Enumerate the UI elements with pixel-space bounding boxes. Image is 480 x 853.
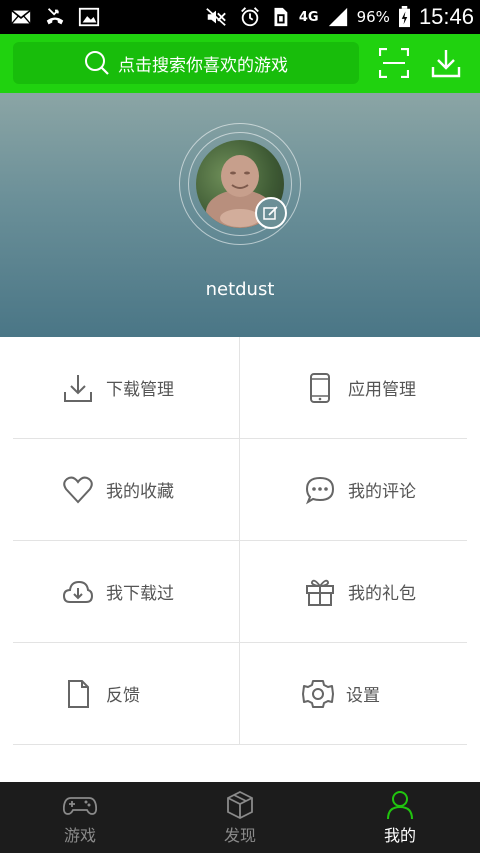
- menu-feedback[interactable]: 反馈: [0, 643, 239, 744]
- menu-grid: 下载管理 应用管理 我的收藏 我的评论 我下载过 我的礼包 反馈 设置: [0, 337, 480, 745]
- menu-gift-packs[interactable]: 我的礼包: [240, 541, 480, 642]
- menu-label: 我的评论: [348, 482, 416, 502]
- top-bar: 点击搜索你喜欢的游戏: [0, 34, 480, 93]
- nav-label: 游戏: [63, 825, 96, 845]
- alarm-icon: [240, 7, 259, 27]
- scan-icon[interactable]: [379, 48, 409, 78]
- sim-icon: [274, 7, 288, 27]
- heart-icon: [63, 476, 93, 503]
- edit-icon: [263, 206, 278, 220]
- mute-icon: [206, 8, 226, 26]
- menu-label: 我的礼包: [348, 584, 416, 604]
- status-bar: 4G 96% 15:46: [0, 0, 480, 34]
- menu-label: 我的收藏: [106, 482, 174, 502]
- network-4g-label: 4G: [298, 9, 319, 25]
- menu-label: 反馈: [106, 686, 140, 706]
- menu-app-manager[interactable]: 应用管理: [240, 337, 480, 438]
- edit-avatar-button[interactable]: [255, 197, 287, 229]
- search-placeholder: 点击搜索你喜欢的游戏: [118, 55, 288, 76]
- gear-icon: [302, 679, 334, 708]
- gift-icon: [306, 579, 334, 606]
- comment-icon: [305, 476, 335, 504]
- phone-icon: [310, 372, 330, 403]
- search-icon: [85, 51, 109, 75]
- download-icon[interactable]: [431, 48, 461, 78]
- clock-time: 15:46: [418, 4, 474, 29]
- image-icon: [78, 7, 100, 27]
- gamepad-icon: [63, 796, 97, 815]
- document-icon: [68, 679, 89, 708]
- grid-divider: [13, 744, 467, 745]
- menu-label: 设置: [346, 686, 380, 706]
- menu-label: 我下载过: [106, 584, 174, 604]
- menu-downloaded[interactable]: 我下载过: [0, 541, 239, 642]
- menu-comments[interactable]: 我的评论: [240, 439, 480, 540]
- menu-label: 下载管理: [106, 380, 174, 400]
- nav-label: 发现: [223, 825, 256, 845]
- menu-download-manager[interactable]: 下载管理: [0, 337, 239, 438]
- menu-label: 应用管理: [348, 380, 416, 400]
- search-input[interactable]: 点击搜索你喜欢的游戏: [13, 42, 359, 84]
- username[interactable]: netdust: [0, 279, 480, 300]
- nav-discover[interactable]: 发现: [160, 782, 320, 853]
- menu-favorites[interactable]: 我的收藏: [0, 439, 239, 540]
- nav-games[interactable]: 游戏: [0, 782, 160, 853]
- mail-icon: [11, 9, 31, 24]
- nav-mine[interactable]: 我的: [320, 782, 480, 853]
- person-icon: [387, 790, 413, 819]
- profile-header: netdust: [0, 93, 480, 337]
- signal-icon: [328, 7, 347, 27]
- nav-label: 我的: [383, 825, 416, 845]
- cloud-download-icon: [62, 580, 94, 603]
- missed-call-icon: [46, 8, 64, 25]
- menu-settings[interactable]: 设置: [240, 643, 480, 744]
- download-icon: [64, 374, 92, 402]
- cube-icon: [227, 790, 253, 819]
- bottom-nav: 游戏 发现 我的: [0, 782, 480, 853]
- battery-percent: 96%: [356, 8, 390, 26]
- battery-charging-icon: [398, 6, 410, 28]
